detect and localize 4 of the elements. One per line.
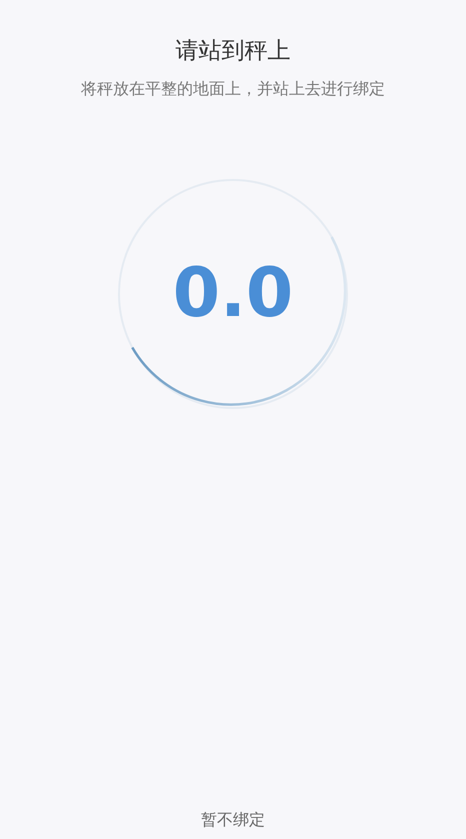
weight-reading: 0.0: [172, 254, 294, 334]
instruction-text: 将秤放在平整的地面上，并站上去进行绑定: [81, 78, 385, 100]
skip-button[interactable]: 暂不绑定: [193, 806, 273, 835]
page-title: 请站到秤上: [176, 37, 290, 66]
